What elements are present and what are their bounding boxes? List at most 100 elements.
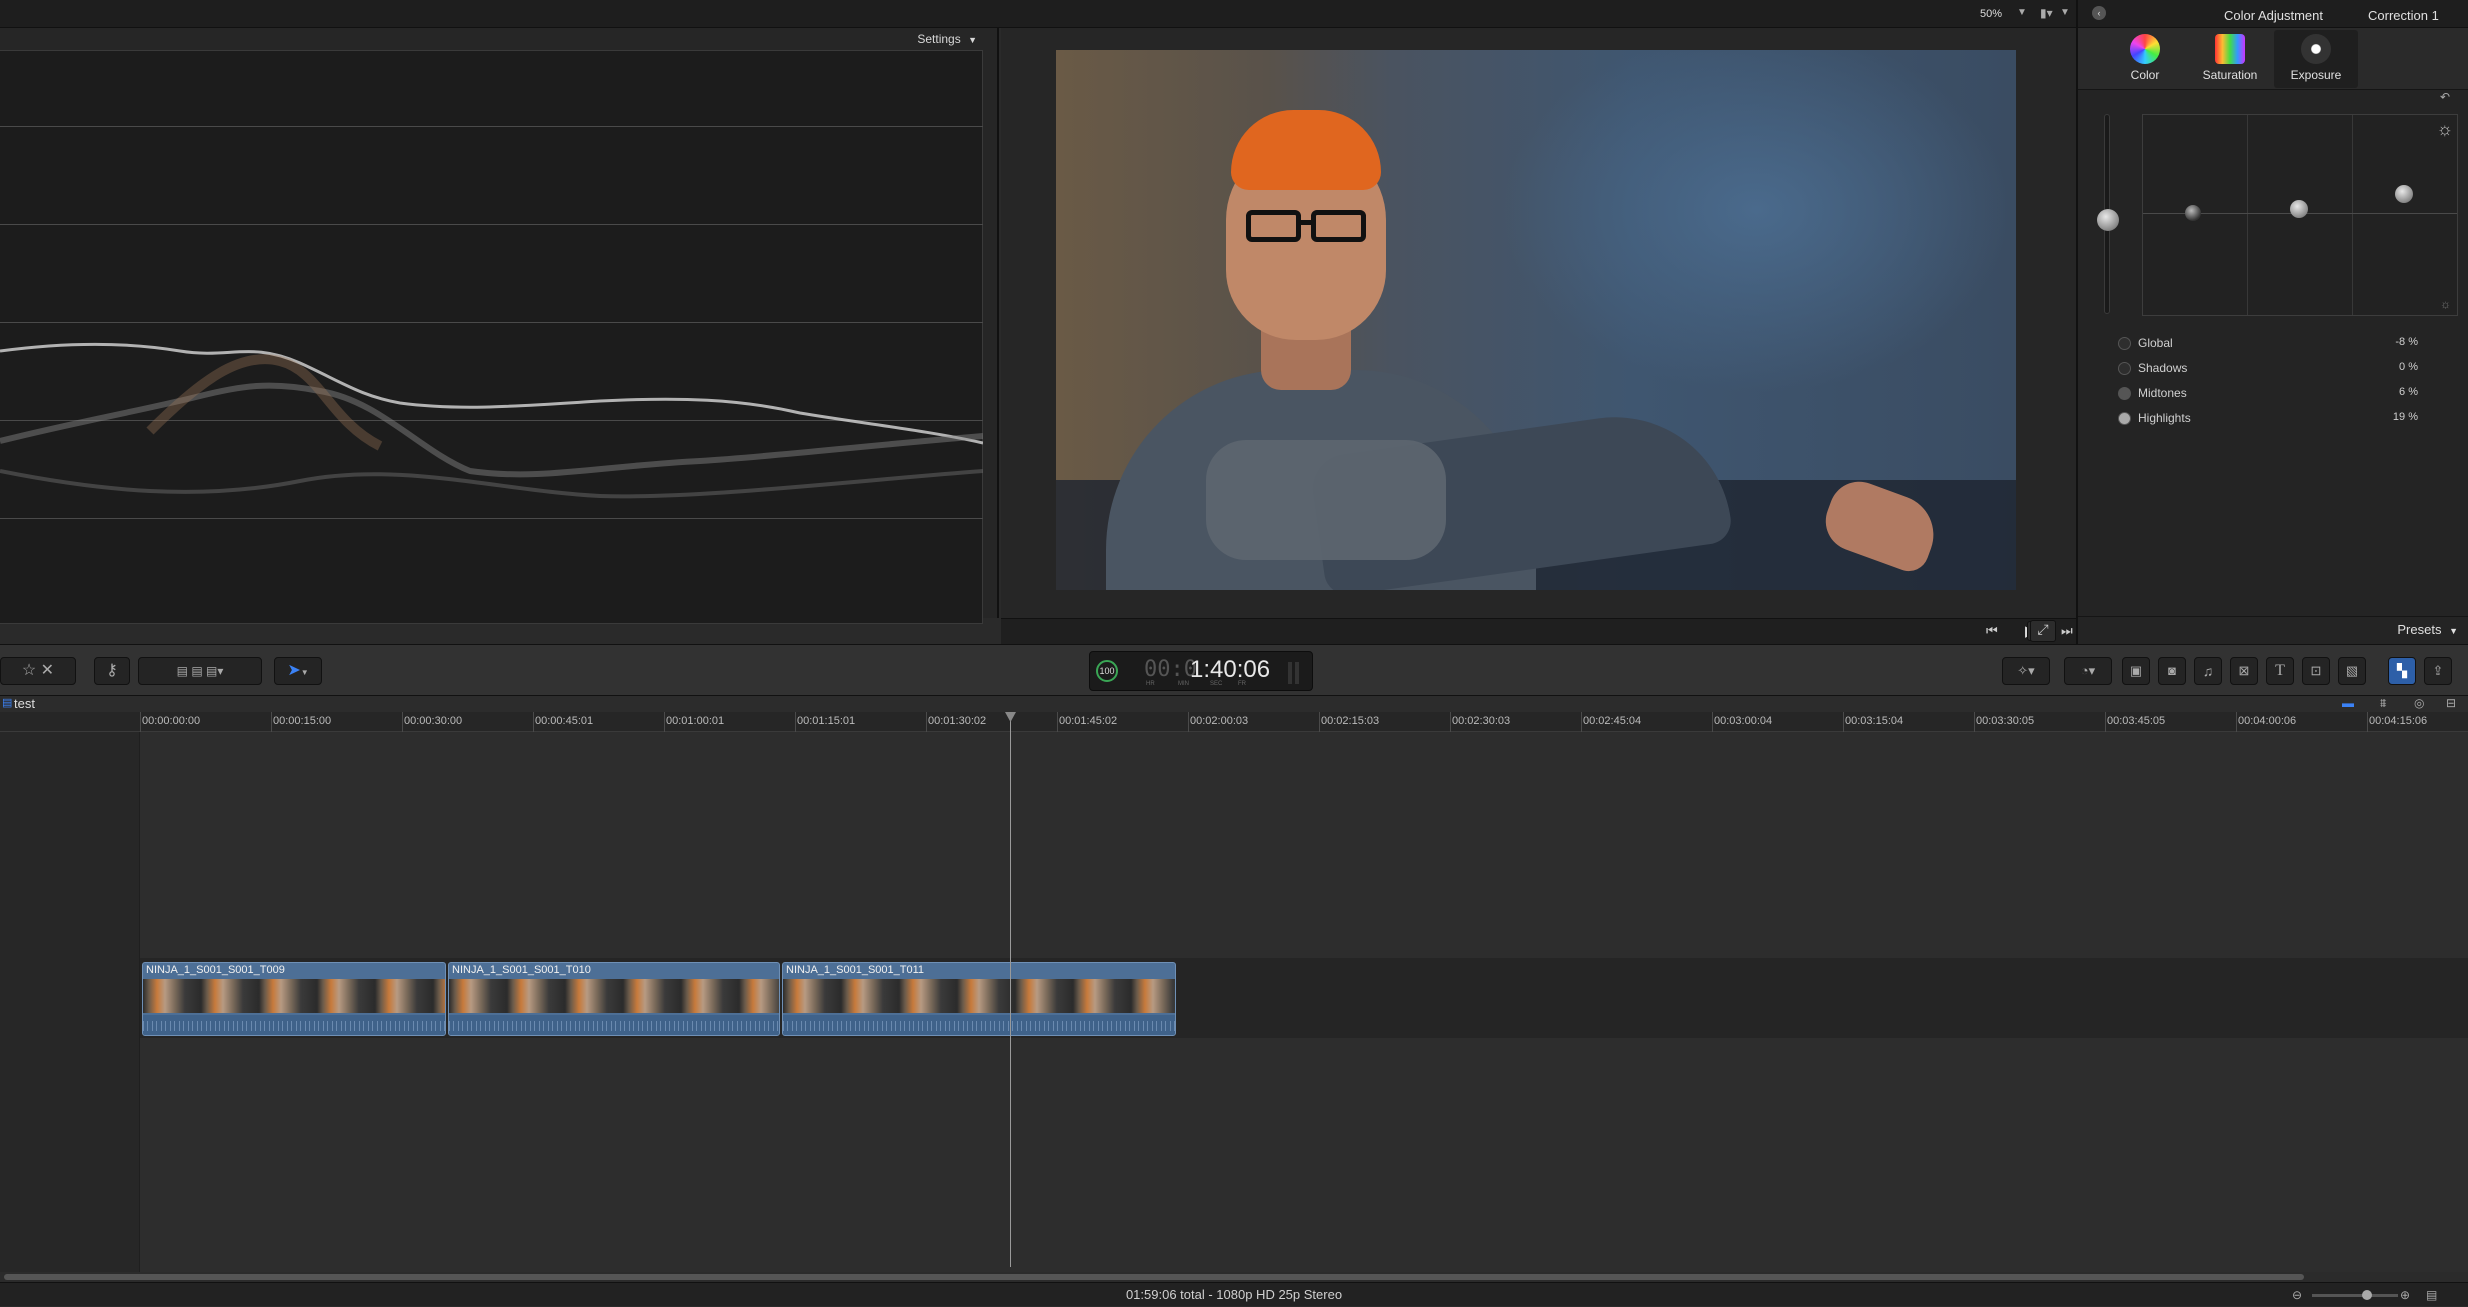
- clip-audio-waveform: [143, 1015, 445, 1035]
- previous-edit-icon[interactable]: ⏮: [1986, 623, 1998, 639]
- hair-shape: [1231, 110, 1381, 190]
- timeline-options-icon[interactable]: ▤: [2426, 1283, 2437, 1307]
- keyword-button[interactable]: ⚷: [94, 657, 130, 685]
- video-frame[interactable]: [1056, 50, 2016, 590]
- photos-button[interactable]: ◙: [2158, 657, 2186, 685]
- shadows-radio[interactable]: [2118, 362, 2131, 375]
- main-toolbar: ☆ ✕ ⚷ ▤ ▤ ▤▾ ➤▼ 100 00:0 1:40:06 HR MIN …: [0, 644, 2468, 696]
- zoom-dropdown-icon[interactable]: ▼: [2017, 7, 2027, 18]
- timeline-clip[interactable]: NINJA_1_S001_S001_T009: [142, 962, 446, 1036]
- global-row[interactable]: Global -8 %: [2118, 334, 2428, 354]
- viewer-panel: [1001, 28, 2076, 618]
- shadows-knob[interactable]: [2185, 205, 2201, 221]
- clip-name: NINJA_1_S001_S001_T010: [452, 964, 591, 976]
- ruler-tick-label: 00:00:00:00: [142, 715, 201, 727]
- zoom-level[interactable]: 50%: [1980, 8, 2002, 20]
- magic-wand-icon: ✧▾: [2017, 663, 2035, 678]
- retime-button[interactable]: ◔▾: [2064, 657, 2112, 685]
- share-button[interactable]: ⇪: [2424, 657, 2452, 685]
- ruler-tick-line: [1450, 712, 1451, 732]
- highlights-row[interactable]: Highlights 19 %: [2118, 409, 2428, 429]
- ruler-tick-label: 00:03:15:04: [1845, 715, 1904, 727]
- timeline-gutter: [0, 732, 140, 1272]
- library-icon: ▣: [2129, 663, 2143, 678]
- timecode-display[interactable]: 100 00:0 1:40:06 HR MIN SEC FR: [1089, 651, 1313, 691]
- exposure-board[interactable]: ☼ ☼: [2142, 114, 2458, 316]
- video-scope-panel: Settings ▼: [0, 28, 999, 624]
- playhead[interactable]: [1005, 712, 1016, 1267]
- correction-name[interactable]: Correction 1: [2368, 8, 2439, 23]
- audio-skimming-icon[interactable]: ⩩: [2380, 696, 2386, 711]
- zoom-slider-knob[interactable]: [2362, 1290, 2372, 1300]
- generators-button[interactable]: ⊡: [2302, 657, 2330, 685]
- snapping-icon[interactable]: ⊟: [2446, 696, 2456, 710]
- music-button[interactable]: ♫: [2194, 657, 2222, 685]
- transitions-button[interactable]: ⊠: [2230, 657, 2258, 685]
- midtones-knob[interactable]: [2290, 200, 2308, 218]
- project-name[interactable]: test: [14, 696, 35, 711]
- presets-label: Presets: [2397, 622, 2442, 637]
- select-tool-button[interactable]: ➤▼: [274, 657, 322, 685]
- global-exposure-slider[interactable]: [2097, 114, 2119, 314]
- tab-saturation[interactable]: Saturation: [2188, 30, 2272, 88]
- star-icon: ☆ ✕: [21, 662, 55, 679]
- zoom-in-icon[interactable]: ⊕: [2400, 1283, 2410, 1307]
- view-dropdown-icon[interactable]: ▼: [2060, 7, 2070, 18]
- zoom-out-icon[interactable]: ⊖: [2292, 1283, 2302, 1307]
- zoom-slider[interactable]: [2312, 1290, 2398, 1300]
- media-browser-button[interactable]: ▣: [2122, 657, 2150, 685]
- timeline-clip[interactable]: NINJA_1_S001_S001_T010: [448, 962, 780, 1036]
- background-tasks-meter[interactable]: 100: [1096, 660, 1118, 682]
- titles-button[interactable]: T: [2266, 657, 2294, 685]
- reset-icon[interactable]: ↶: [2440, 90, 2450, 104]
- presets-menu[interactable]: Presets ▼: [2397, 622, 2458, 637]
- ruler-tick-label: 00:03:30:05: [1976, 715, 2035, 727]
- ruler-tick-label: 00:02:45:04: [1583, 715, 1642, 727]
- shadows-row[interactable]: Shadows 0 %: [2118, 359, 2428, 379]
- ruler-tick-label: 00:00:45:01: [535, 715, 594, 727]
- glasses-right-shape: [1311, 210, 1366, 242]
- tab-color[interactable]: Color: [2103, 30, 2187, 88]
- waveform-display: [0, 50, 983, 624]
- rate-clip-group[interactable]: ☆ ✕: [0, 657, 76, 685]
- timeline-scrollbar[interactable]: [0, 1272, 2468, 1282]
- ruler-tick-label: 00:02:30:03: [1452, 715, 1511, 727]
- highlights-knob[interactable]: [2395, 185, 2413, 203]
- transitions-icon: ⊠: [2238, 663, 2250, 678]
- midtones-radio[interactable]: [2118, 387, 2131, 400]
- themes-button[interactable]: ▧: [2338, 657, 2366, 685]
- fullscreen-icon[interactable]: ⤢: [2030, 620, 2056, 642]
- ruler-tick-line: [1188, 712, 1189, 732]
- back-icon[interactable]: ‹: [2092, 6, 2106, 20]
- edit-buttons-group[interactable]: ▤ ▤ ▤▾: [138, 657, 262, 685]
- enhancements-button[interactable]: ✧▾: [2002, 657, 2050, 685]
- tc-unit-hr: HR: [1146, 681, 1155, 687]
- solo-icon[interactable]: ◎: [2414, 696, 2424, 710]
- scope-settings-menu[interactable]: Settings ▼: [917, 32, 977, 46]
- chevron-down-icon: ▼: [968, 35, 977, 45]
- shadows-value[interactable]: 0 %: [2358, 361, 2418, 373]
- inspector-toggle-button[interactable]: ▚: [2388, 657, 2416, 685]
- highlights-radio[interactable]: [2118, 412, 2131, 425]
- highlights-value[interactable]: 19 %: [2358, 411, 2418, 423]
- next-edit-icon[interactable]: ⏭: [2061, 623, 2073, 639]
- clip-appearance-icon[interactable]: ▬: [2342, 696, 2354, 710]
- global-value[interactable]: -8 %: [2358, 336, 2418, 348]
- tab-exposure[interactable]: Exposure: [2274, 30, 2358, 88]
- ruler-tick-label: 00:00:15:00: [273, 715, 332, 727]
- midtones-row[interactable]: Midtones 6 %: [2118, 384, 2428, 404]
- ruler-tick-line: [664, 712, 665, 732]
- view-options-icon[interactable]: ▮▾: [2040, 6, 2053, 20]
- global-radio[interactable]: [2118, 337, 2131, 350]
- global-knob[interactable]: [2097, 209, 2119, 231]
- clip-name: NINJA_1_S001_S001_T011: [786, 964, 925, 976]
- project-icon: ▤: [2, 697, 13, 709]
- scrollbar-thumb[interactable]: [4, 1274, 2304, 1280]
- saturation-icon: [2215, 34, 2245, 64]
- timeline-clip[interactable]: NINJA_1_S001_S001_T011: [782, 962, 1176, 1036]
- tab-label: Color: [2130, 68, 2160, 82]
- midtones-value[interactable]: 6 %: [2358, 386, 2418, 398]
- timeline-ruler[interactable]: 00:00:00:00 00:00:15:00 00:00:30:00 00:00:4…: [0, 712, 2468, 732]
- sun-bright-icon: ☼: [2436, 119, 2454, 139]
- inspector-header: ‹ Color Adjustment Correction 1: [2078, 0, 2468, 28]
